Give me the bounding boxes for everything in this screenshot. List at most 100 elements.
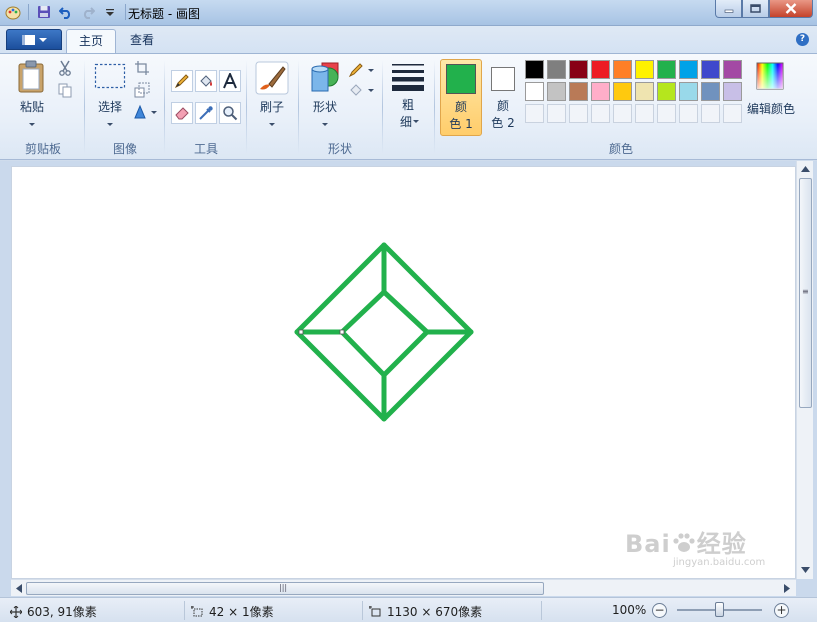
chevron-down-icon	[322, 123, 328, 126]
rotate-button[interactable]	[132, 104, 158, 122]
size-label-line2: 细	[399, 115, 412, 129]
tab-home[interactable]: 主页	[66, 29, 117, 53]
cut-button[interactable]	[57, 60, 75, 78]
text-button[interactable]	[219, 70, 241, 92]
image-size-text: 1130 × 670像素	[387, 605, 483, 619]
vertical-scroll-thumb[interactable]: ≡	[799, 178, 812, 408]
drawing	[294, 242, 474, 422]
chevron-down-icon	[368, 69, 374, 72]
eraser-button[interactable]	[171, 102, 193, 124]
scroll-down-arrow-icon[interactable]	[801, 567, 810, 573]
fill-style-button[interactable]	[348, 82, 376, 100]
ribbon-tab-bar: 主页 查看 ?	[0, 26, 817, 53]
paste-button[interactable]: 粘贴	[12, 58, 52, 134]
group-label-colors: 颜色	[608, 142, 633, 156]
tab-view[interactable]: 查看	[118, 29, 166, 53]
group-label-shapes: 形状	[327, 142, 352, 156]
magnifier-button[interactable]	[219, 102, 241, 124]
magnifier-icon	[223, 106, 238, 121]
group-separator	[382, 60, 383, 154]
plus-icon: +	[776, 603, 787, 617]
select-button[interactable]: 选择	[90, 60, 130, 134]
size-label-line1: 粗	[401, 98, 414, 112]
image-size-icon	[369, 605, 381, 616]
rotate-icon	[134, 104, 146, 119]
close-button[interactable]	[769, 0, 813, 18]
crop-icon	[135, 61, 149, 75]
redo-icon[interactable]	[79, 3, 97, 21]
help-icon[interactable]: ?	[796, 33, 809, 46]
minimize-button[interactable]	[715, 0, 742, 18]
close-icon	[785, 3, 797, 14]
group-label-clipboard: 剪贴板	[24, 142, 61, 156]
scroll-left-arrow-icon[interactable]	[16, 584, 22, 593]
chevron-down-icon	[269, 123, 275, 126]
qat-separator	[28, 4, 29, 20]
eyedropper-icon	[199, 106, 213, 120]
paw-icon	[673, 533, 695, 552]
paint-app-icon[interactable]	[4, 3, 22, 21]
clipboard-icon	[18, 60, 44, 93]
zoom-out-button[interactable]: −	[652, 603, 667, 618]
qat-separator	[125, 4, 126, 20]
zoom-in-button[interactable]: +	[774, 603, 789, 618]
horizontal-scroll-thumb[interactable]: |||	[26, 582, 544, 595]
scroll-right-arrow-icon[interactable]	[784, 584, 790, 593]
outline-pencil-icon	[348, 63, 363, 78]
shapes-button[interactable]: 形状	[304, 60, 346, 134]
eraser-icon	[175, 107, 189, 120]
zoom-slider-thumb[interactable]	[715, 602, 724, 617]
window-title: 无标题 - 画图	[128, 7, 200, 21]
watermark-url: jingyan.baidu.com	[673, 557, 766, 568]
select-rectangle-icon	[94, 63, 126, 89]
quick-access-toolbar	[4, 3, 128, 21]
title-bar: 无标题 - 画图	[0, 0, 817, 26]
zoom-level-text: 100%	[612, 603, 647, 617]
ribbon: 粘贴 剪贴板 选择 图像 工具 刷子 形状 形状 粗 细 颜 色 1 颜 色 2…	[0, 53, 817, 160]
drawing-canvas[interactable]	[11, 166, 796, 579]
group-label-tools: 工具	[193, 142, 218, 156]
outline-button[interactable]	[348, 62, 376, 80]
select-label: 选择	[97, 100, 122, 114]
group-label-image: 图像	[112, 142, 137, 156]
image-size: 1130 × 670像素	[369, 603, 482, 620]
size-button[interactable]: 粗 细	[388, 60, 428, 134]
crop-button[interactable]	[134, 60, 152, 78]
customize-qat-icon[interactable]	[101, 3, 119, 21]
copy-button[interactable]	[57, 82, 75, 100]
group-colors: 颜色	[436, 54, 806, 160]
resize-button[interactable]	[134, 82, 152, 100]
fill-button[interactable]	[195, 70, 217, 92]
vertical-scrollbar[interactable]: ≡	[796, 161, 813, 579]
window-controls	[715, 0, 813, 18]
cursor-position: 603, 91像素	[10, 603, 97, 620]
maximize-button[interactable]	[742, 0, 769, 18]
paint-bucket-icon	[200, 75, 212, 87]
cursor-position-text: 603, 91像素	[27, 605, 97, 619]
zoom-level: 100%	[612, 603, 646, 617]
text-a-icon	[223, 73, 237, 89]
resize-handle[interactable]	[339, 329, 345, 335]
application-menu-button[interactable]	[6, 29, 62, 50]
status-divider	[184, 601, 185, 620]
undo-icon[interactable]	[57, 3, 75, 21]
copy-icon	[58, 83, 72, 98]
status-divider	[541, 601, 542, 620]
group-image: 选择 图像	[86, 54, 164, 160]
color-picker-button[interactable]	[195, 102, 217, 124]
resize-icon	[134, 82, 150, 98]
chevron-down-icon	[29, 123, 35, 126]
pencil-button[interactable]	[171, 70, 193, 92]
resize-handle[interactable]	[298, 329, 304, 335]
group-separator	[298, 60, 299, 154]
minimize-icon	[724, 9, 733, 13]
maximize-icon	[750, 4, 761, 13]
scroll-up-arrow-icon[interactable]	[801, 166, 810, 172]
horizontal-scrollbar[interactable]: |||	[11, 579, 796, 596]
group-shapes: 形状 形状	[300, 54, 380, 160]
shapes-label: 形状	[312, 100, 337, 114]
save-icon[interactable]	[35, 3, 53, 21]
selection-size-text: 42 × 1像素	[209, 605, 274, 619]
brush-button[interactable]: 刷子	[251, 60, 293, 134]
watermark-brand-suffix: 经验	[696, 530, 747, 558]
